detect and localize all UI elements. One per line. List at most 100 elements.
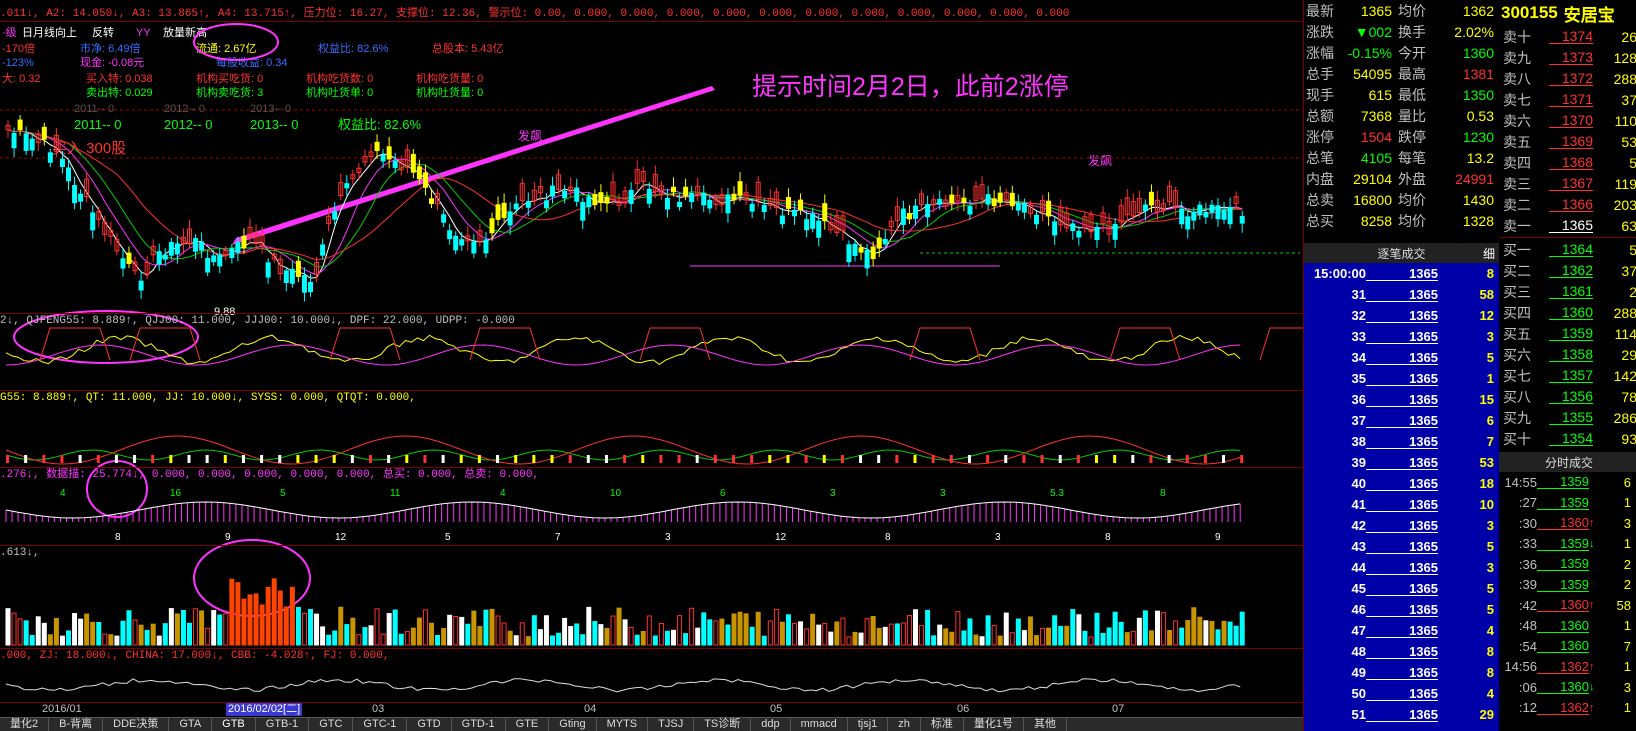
tick-time: 31 — [1351, 287, 1366, 302]
sell-level[interactable]: 卖八 1372 288 — [1499, 68, 1636, 89]
sell-level[interactable]: 卖三 1367 119 — [1499, 173, 1636, 194]
arrow-up-icon: ↑ — [1589, 660, 1595, 673]
mt-price: 1360 — [1537, 619, 1589, 633]
tick-row: 48 1365 8 — [1304, 641, 1499, 662]
sell-level[interactable]: 卖四 1368 5 — [1499, 152, 1636, 173]
tab-10[interactable]: GTE — [506, 718, 550, 731]
mt-volume: 1 — [1623, 495, 1631, 511]
sell-level[interactable]: 卖六 1370 110 — [1499, 110, 1636, 131]
buy-level[interactable]: 买六 1358 29 — [1499, 344, 1636, 365]
buy-label: 买一 — [1503, 241, 1531, 258]
quote-key: 涨停 — [1306, 128, 1334, 145]
sell-level[interactable]: 卖十 1374 26 — [1499, 26, 1636, 47]
quote-row: 内盘 29104 外盘 24991 — [1304, 168, 1504, 189]
buy-price: 1358 — [1549, 347, 1593, 362]
sell-label: 卖十 — [1503, 28, 1531, 45]
buy-label: 买三 — [1503, 283, 1531, 300]
tick-row: 34 1365 5 — [1304, 347, 1499, 368]
tab-15[interactable]: ddp — [751, 718, 791, 731]
tab-7[interactable]: GTC-1 — [353, 718, 408, 731]
sell-level[interactable]: 卖二 1366 203 — [1499, 194, 1636, 215]
tab-5[interactable]: GTB-1 — [256, 718, 310, 731]
sell-level[interactable]: 卖七 1371 37 — [1499, 89, 1636, 110]
tick-row: 41 1365 10 — [1304, 494, 1499, 515]
tick-time: 43 — [1351, 539, 1366, 554]
buy-level[interactable]: 买十 1354 93 — [1499, 428, 1636, 449]
svg-text:3: 3 — [940, 488, 946, 499]
quote-value: 615 — [1368, 86, 1392, 103]
buy-level[interactable]: 买七 1357 142 — [1499, 365, 1636, 386]
sell-level[interactable]: 卖五 1369 53 — [1499, 131, 1636, 152]
buy-level[interactable]: 买四 1360 288 — [1499, 302, 1636, 323]
tick-row: 32 1365 12 — [1304, 305, 1499, 326]
tab-12[interactable]: MYTS — [597, 718, 649, 731]
tab-11[interactable]: Gting — [549, 718, 597, 731]
buy-level[interactable]: 买一 1364 5 — [1499, 239, 1636, 260]
buy-price: 1361 — [1549, 284, 1593, 299]
buy-label: 买七 — [1503, 367, 1531, 384]
tab-2[interactable]: DDE决策 — [103, 718, 170, 731]
sell-price: 1366 — [1549, 197, 1593, 212]
buy-level[interactable]: 买五 1359 114 — [1499, 323, 1636, 344]
buy-label: 买九 — [1503, 409, 1531, 426]
quote-row: 现手 615 最低 1350 — [1304, 84, 1504, 105]
orderbook: 300155 安居宝 卖十 1374 26 卖九 1373 128 卖八 1372 … — [1499, 0, 1636, 449]
quote-row: 总额 7368 量比 0.53 — [1304, 105, 1504, 126]
tick-transactions[interactable]: 逐笔成交 细 15:00:00 1365 8 31 1365 58 32 1365 … — [1304, 243, 1499, 731]
buy-price: 1359 — [1549, 326, 1593, 341]
mt-time: :06 — [1518, 679, 1537, 695]
tab-3[interactable]: GTA — [169, 718, 213, 731]
sell-volume: 110 — [1614, 112, 1636, 129]
minute-tick-row: :48 1360 1 — [1499, 616, 1636, 637]
tab-21[interactable]: 其他 — [1024, 718, 1067, 731]
tick-price: 1365 — [1366, 477, 1438, 491]
sell-level[interactable]: 卖九 1373 128 — [1499, 47, 1636, 68]
tab-20[interactable]: 量化1号 — [964, 718, 1024, 731]
svg-text:9: 9 — [1215, 532, 1221, 543]
tick-time: 49 — [1351, 665, 1366, 680]
buy-label: 买六 — [1503, 346, 1531, 363]
tab-1[interactable]: B-背离 — [49, 718, 104, 731]
tab-6[interactable]: GTC — [309, 718, 354, 731]
minute-transactions[interactable]: 分时成交 14:55 1359 6:27 1359 1:30 1360 ↑ 3:… — [1499, 452, 1636, 731]
tab-4[interactable]: GTB — [212, 718, 256, 731]
buy-level[interactable]: 买三 1361 2 — [1499, 281, 1636, 302]
tab-8[interactable]: GTD — [407, 718, 452, 731]
mt-volume: 3 — [1623, 515, 1631, 531]
tab-16[interactable]: mmacd — [791, 718, 848, 731]
quote-key: 总买 — [1306, 212, 1334, 229]
tab-19[interactable]: 标准 — [921, 718, 964, 731]
sell-label: 卖七 — [1503, 91, 1531, 108]
tab-13[interactable]: TJSJ — [648, 718, 695, 731]
buy-price: 1357 — [1549, 368, 1593, 383]
sell-level[interactable]: 卖一 1365 63 — [1499, 215, 1636, 236]
date-jan: 2016/01 — [42, 703, 82, 715]
tick-volume: 5 — [1486, 602, 1494, 617]
buy-label: 买二 — [1503, 262, 1531, 279]
tab-0[interactable]: 量化2 — [0, 718, 50, 731]
ticks-detail-button[interactable]: 细 — [1483, 245, 1495, 262]
chart-area[interactable]: .011↓, A2: 14.050↓, A3: 13.865↑, A4: 13.… — [0, 0, 1303, 731]
mt-price: 1360 — [1537, 598, 1589, 613]
buy-level[interactable]: 买八 1356 78 — [1499, 386, 1636, 407]
tick-price: 1365 — [1366, 456, 1438, 470]
sell-volume: 63 — [1621, 217, 1636, 234]
buy-level[interactable]: 买二 1362 37 — [1499, 260, 1636, 281]
mt-time: 14:55 — [1504, 474, 1537, 490]
buy-level[interactable]: 买九 1355 286 — [1499, 407, 1636, 428]
quote-row: 总笔 4105 每笔 13.2 — [1304, 147, 1504, 168]
sell-label: 卖三 — [1503, 175, 1531, 192]
sell-price: 1367 — [1549, 176, 1593, 191]
buy-volume: 93 — [1621, 430, 1636, 447]
candlestick-chart[interactable]: 4 8 16 9 5 12 11 5 4 7 10 3 6 12 3 8 3 3 5.3 8 8 9 — [0, 0, 1303, 720]
quote-row: 总卖 16800 均价 1430 — [1304, 189, 1504, 210]
tab-9[interactable]: GTD-1 — [452, 718, 506, 731]
ind5-header: .000, ZJ: 18.000↓, CHINA: 17.000↓, CBB: … — [0, 650, 390, 662]
arrow-up-icon: ↑ — [1589, 599, 1595, 612]
tab-17[interactable]: tjsj1 — [848, 718, 889, 731]
tab-14[interactable]: TS诊断 — [694, 718, 752, 731]
quote-value: 1504 — [1360, 128, 1392, 145]
tab-18[interactable]: zh — [888, 718, 921, 731]
quote-row: 总买 8258 均价 1328 — [1304, 210, 1504, 231]
mt-time: :42 — [1518, 597, 1537, 613]
